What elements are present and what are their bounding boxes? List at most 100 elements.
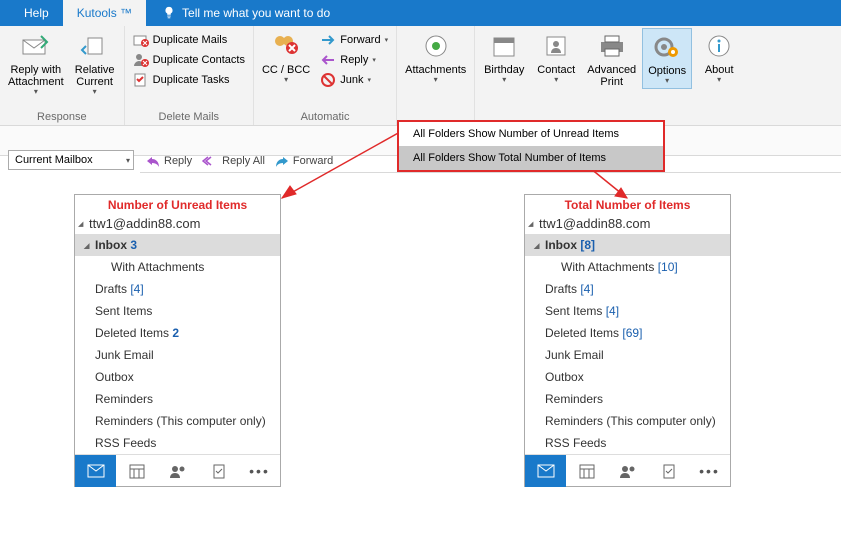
divider [140, 172, 841, 173]
mail-icon [87, 464, 105, 478]
folder-item[interactable]: With Attachments [75, 256, 280, 278]
folder-item[interactable]: Deleted Items 2 [75, 322, 280, 344]
reply-with-attachment-button[interactable]: Reply with Attachment ▾ [4, 28, 68, 99]
people-view-button[interactable] [157, 455, 198, 487]
reply-icon [146, 155, 160, 167]
ccbcc-button[interactable]: CC / BCC ▾ [258, 28, 314, 87]
task-icon [212, 463, 226, 479]
chevron-down-icon: ▾ [93, 88, 97, 97]
reply-attachment-icon [20, 30, 52, 62]
reply-all-button[interactable]: Reply All [202, 155, 265, 167]
people-view-button[interactable] [607, 455, 648, 487]
folder-item[interactable]: Inbox 3 [75, 234, 280, 256]
people-icon [619, 464, 637, 478]
duplicate-contacts-button[interactable]: Duplicate Contacts [129, 50, 249, 70]
contact-button[interactable]: Contact ▾ [531, 28, 581, 87]
auto-forward-button[interactable]: Forward▾ [316, 30, 392, 50]
ccbcc-icon [270, 30, 302, 62]
dup-task-icon [133, 72, 149, 88]
folder-item[interactable]: RSS Feeds [75, 432, 280, 454]
lightbulb-icon [162, 6, 176, 20]
folder-pane-unread: Number of Unread Items ttw1@addin88.com … [74, 194, 281, 487]
reply-button[interactable]: Reply [146, 155, 192, 167]
junk-icon [320, 72, 336, 88]
calendar-view-button[interactable] [116, 455, 157, 487]
chevron-down-icon: ▾ [34, 88, 38, 97]
group-response: Reply with Attachment ▾ Relative Current… [0, 26, 125, 125]
more-views-button[interactable]: ••• [689, 455, 730, 487]
duplicate-mails-button[interactable]: Duplicate Mails [129, 30, 249, 50]
mail-view-button[interactable] [525, 455, 566, 487]
tab-bar: Help Kutools ™ Tell me what you want to … [0, 0, 841, 26]
folder-item[interactable]: Reminders [525, 388, 730, 410]
gear-icon [651, 31, 683, 63]
chevron-down-icon: ▾ [502, 76, 506, 85]
chevron-down-icon: ▾ [554, 76, 558, 85]
relative-icon [79, 30, 111, 62]
nav-bar: ••• [75, 454, 280, 486]
folder-item[interactable]: Deleted Items [69] [525, 322, 730, 344]
folder-item[interactable]: Reminders (This computer only) [525, 410, 730, 432]
account-label[interactable]: ttw1@addin88.com [525, 213, 730, 234]
dup-contact-icon [133, 52, 149, 68]
calendar-icon [579, 463, 595, 479]
nav-bar: ••• [525, 454, 730, 486]
tab-kutools[interactable]: Kutools ™ [63, 0, 146, 26]
group-misc: Birthday ▾ Contact ▾ Advanced Print Opti… [475, 26, 748, 125]
mail-icon [537, 464, 555, 478]
tasks-view-button[interactable] [198, 455, 239, 487]
calendar-icon [129, 463, 145, 479]
more-views-button[interactable]: ••• [239, 455, 280, 487]
folder-item[interactable]: Drafts [4] [75, 278, 280, 300]
calendar-view-button[interactable] [566, 455, 607, 487]
auto-reply-button[interactable]: Reply▾ [316, 50, 392, 70]
folder-item[interactable]: Junk Email [75, 344, 280, 366]
record-icon [420, 30, 452, 62]
folder-item[interactable]: RSS Feeds [525, 432, 730, 454]
group-delete-mails: Duplicate Mails Duplicate Contacts Dupli… [125, 26, 254, 125]
folder-item[interactable]: Sent Items [4] [525, 300, 730, 322]
menu-item-unread[interactable]: All Folders Show Number of Unread Items [399, 122, 663, 146]
chevron-down-icon: ▾ [717, 76, 721, 85]
people-icon [169, 464, 187, 478]
dup-mail-icon [133, 32, 149, 48]
folder-item[interactable]: Sent Items [75, 300, 280, 322]
attachments-button[interactable]: Attachments ▾ [401, 28, 470, 87]
contact-icon [540, 30, 572, 62]
tell-me-field[interactable]: Tell me what you want to do [146, 6, 330, 20]
chevron-down-icon: ▾ [126, 156, 130, 165]
folder-list-left: Inbox 3With AttachmentsDrafts [4]Sent It… [75, 234, 280, 454]
options-button[interactable]: Options ▾ [642, 28, 692, 89]
pane-title: Number of Unread Items [75, 195, 280, 213]
chevron-down-icon: ▾ [665, 77, 669, 86]
tab-help[interactable]: Help [10, 0, 63, 26]
about-button[interactable]: About ▾ [694, 28, 744, 87]
printer-icon [596, 30, 628, 62]
advanced-print-button[interactable]: Advanced Print [583, 28, 640, 90]
group-attachments: Attachments ▾ [397, 26, 475, 125]
folder-item[interactable]: Inbox [8] [525, 234, 730, 256]
folder-item[interactable]: Outbox [525, 366, 730, 388]
mail-view-button[interactable] [75, 455, 116, 487]
mailbox-selector[interactable]: Current Mailbox ▾ [8, 150, 134, 170]
info-icon [703, 30, 735, 62]
folder-item[interactable]: Drafts [4] [525, 278, 730, 300]
relative-current-button[interactable]: Relative Current ▾ [70, 28, 120, 99]
folder-item[interactable]: Outbox [75, 366, 280, 388]
folder-item[interactable]: Reminders (This computer only) [75, 410, 280, 432]
forward-icon [320, 32, 336, 48]
duplicate-tasks-button[interactable]: Duplicate Tasks [129, 70, 249, 90]
folder-item[interactable]: With Attachments [10] [525, 256, 730, 278]
account-label[interactable]: ttw1@addin88.com [75, 213, 280, 234]
chevron-down-icon: ▾ [434, 76, 438, 85]
folder-list-right: Inbox [8]With Attachments [10]Drafts [4]… [525, 234, 730, 454]
ribbon: Reply with Attachment ▾ Relative Current… [0, 26, 841, 126]
folder-item[interactable]: Junk Email [525, 344, 730, 366]
birthday-button[interactable]: Birthday ▾ [479, 28, 529, 87]
folder-item[interactable]: Reminders [75, 388, 280, 410]
arrow-annotation [268, 128, 408, 208]
menu-item-total[interactable]: All Folders Show Total Number of Items [399, 146, 663, 170]
group-automatic: CC / BCC ▾ Forward▾ Reply▾ Junk▾ Automat… [254, 26, 397, 125]
tasks-view-button[interactable] [648, 455, 689, 487]
junk-button[interactable]: Junk▾ [316, 70, 392, 90]
